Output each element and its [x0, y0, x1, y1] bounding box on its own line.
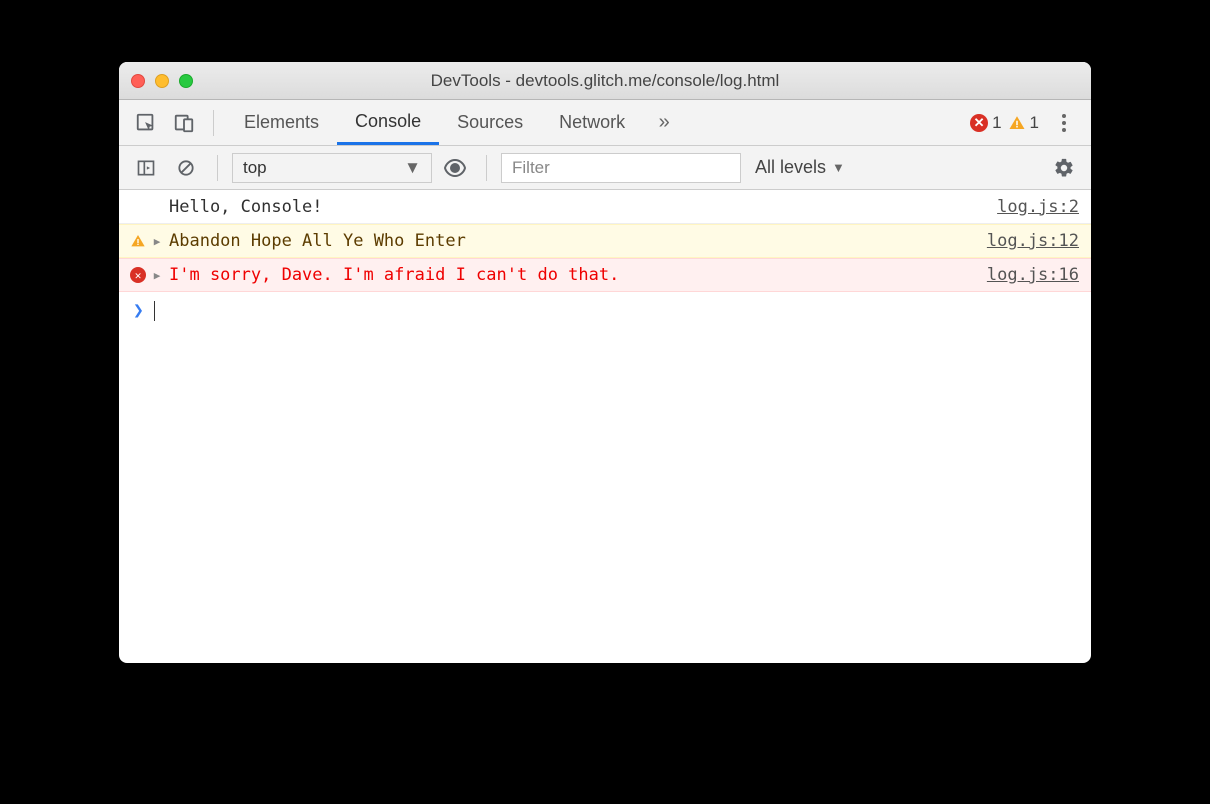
error-badge[interactable]: ✕ 1: [970, 113, 1001, 133]
console-prompt[interactable]: ❯: [119, 292, 1091, 329]
log-source-link[interactable]: log.js:16: [987, 265, 1079, 285]
expand-toggle[interactable]: ▶: [149, 235, 165, 248]
log-row[interactable]: ✕ ▶ I'm sorry, Dave. I'm afraid I can't …: [119, 258, 1091, 292]
text-cursor: [154, 301, 156, 321]
more-options-button[interactable]: [1047, 106, 1081, 140]
tab-label: Network: [559, 112, 625, 133]
chevron-down-icon: ▼: [404, 158, 421, 178]
kebab-icon: [1056, 108, 1072, 138]
devtools-window: DevTools - devtools.glitch.me/console/lo…: [119, 62, 1091, 663]
tab-network[interactable]: Network: [541, 100, 643, 145]
expand-toggle[interactable]: ▶: [149, 269, 165, 282]
divider: [217, 155, 218, 181]
titlebar: DevTools - devtools.glitch.me/console/lo…: [119, 62, 1091, 100]
prompt-chevron-icon: ❯: [133, 300, 144, 321]
tab-label: Elements: [244, 112, 319, 133]
console-settings-icon[interactable]: [1047, 151, 1081, 185]
divider: [486, 155, 487, 181]
window-title: DevTools - devtools.glitch.me/console/lo…: [119, 71, 1091, 91]
warning-icon: [1008, 114, 1026, 132]
clear-console-icon[interactable]: [169, 151, 203, 185]
log-source-link[interactable]: log.js:12: [987, 231, 1079, 251]
live-expression-icon[interactable]: [438, 151, 472, 185]
log-message: I'm sorry, Dave. I'm afraid I can't do t…: [165, 265, 987, 285]
show-console-sidebar-icon[interactable]: [129, 151, 163, 185]
log-levels-selector[interactable]: All levels ▼: [747, 157, 853, 178]
traffic-lights: [131, 74, 193, 88]
triangle-right-icon: ▶: [154, 269, 161, 282]
log-row[interactable]: ▶ Abandon Hope All Ye Who Enter log.js:1…: [119, 224, 1091, 258]
issue-badges[interactable]: ✕ 1 1: [970, 113, 1039, 133]
zoom-window-button[interactable]: [179, 74, 193, 88]
panel-tabs: Elements Console Sources Network: [226, 100, 643, 145]
chevron-down-icon: ▼: [832, 160, 845, 175]
more-tabs-icon[interactable]: »: [647, 106, 681, 140]
tab-label: Console: [355, 111, 421, 132]
divider: [213, 110, 214, 136]
console-toolbar: top ▼ All levels ▼: [119, 146, 1091, 190]
log-row[interactable]: Hello, Console! log.js:2: [119, 190, 1091, 224]
context-label: top: [243, 158, 267, 178]
execution-context-selector[interactable]: top ▼: [232, 153, 432, 183]
device-toolbar-icon[interactable]: [167, 106, 201, 140]
warning-badge[interactable]: 1: [1008, 113, 1039, 133]
console-output: Hello, Console! log.js:2 ▶ Abandon Hope …: [119, 190, 1091, 663]
tab-elements[interactable]: Elements: [226, 100, 337, 145]
close-window-button[interactable]: [131, 74, 145, 88]
minimize-window-button[interactable]: [155, 74, 169, 88]
log-message: Hello, Console!: [165, 197, 997, 217]
warning-icon: [127, 233, 149, 249]
levels-label: All levels: [755, 157, 826, 178]
log-source-link[interactable]: log.js:2: [997, 197, 1079, 217]
tab-console[interactable]: Console: [337, 100, 439, 145]
error-icon: ✕: [970, 114, 988, 132]
tab-sources[interactable]: Sources: [439, 100, 541, 145]
error-count: 1: [992, 113, 1001, 133]
triangle-right-icon: ▶: [154, 235, 161, 248]
log-message: Abandon Hope All Ye Who Enter: [165, 231, 987, 251]
error-icon: ✕: [127, 267, 149, 283]
filter-input[interactable]: [501, 153, 741, 183]
tab-label: Sources: [457, 112, 523, 133]
inspect-element-icon[interactable]: [129, 106, 163, 140]
main-tabbar: Elements Console Sources Network » ✕ 1 1: [119, 100, 1091, 146]
warning-count: 1: [1030, 113, 1039, 133]
